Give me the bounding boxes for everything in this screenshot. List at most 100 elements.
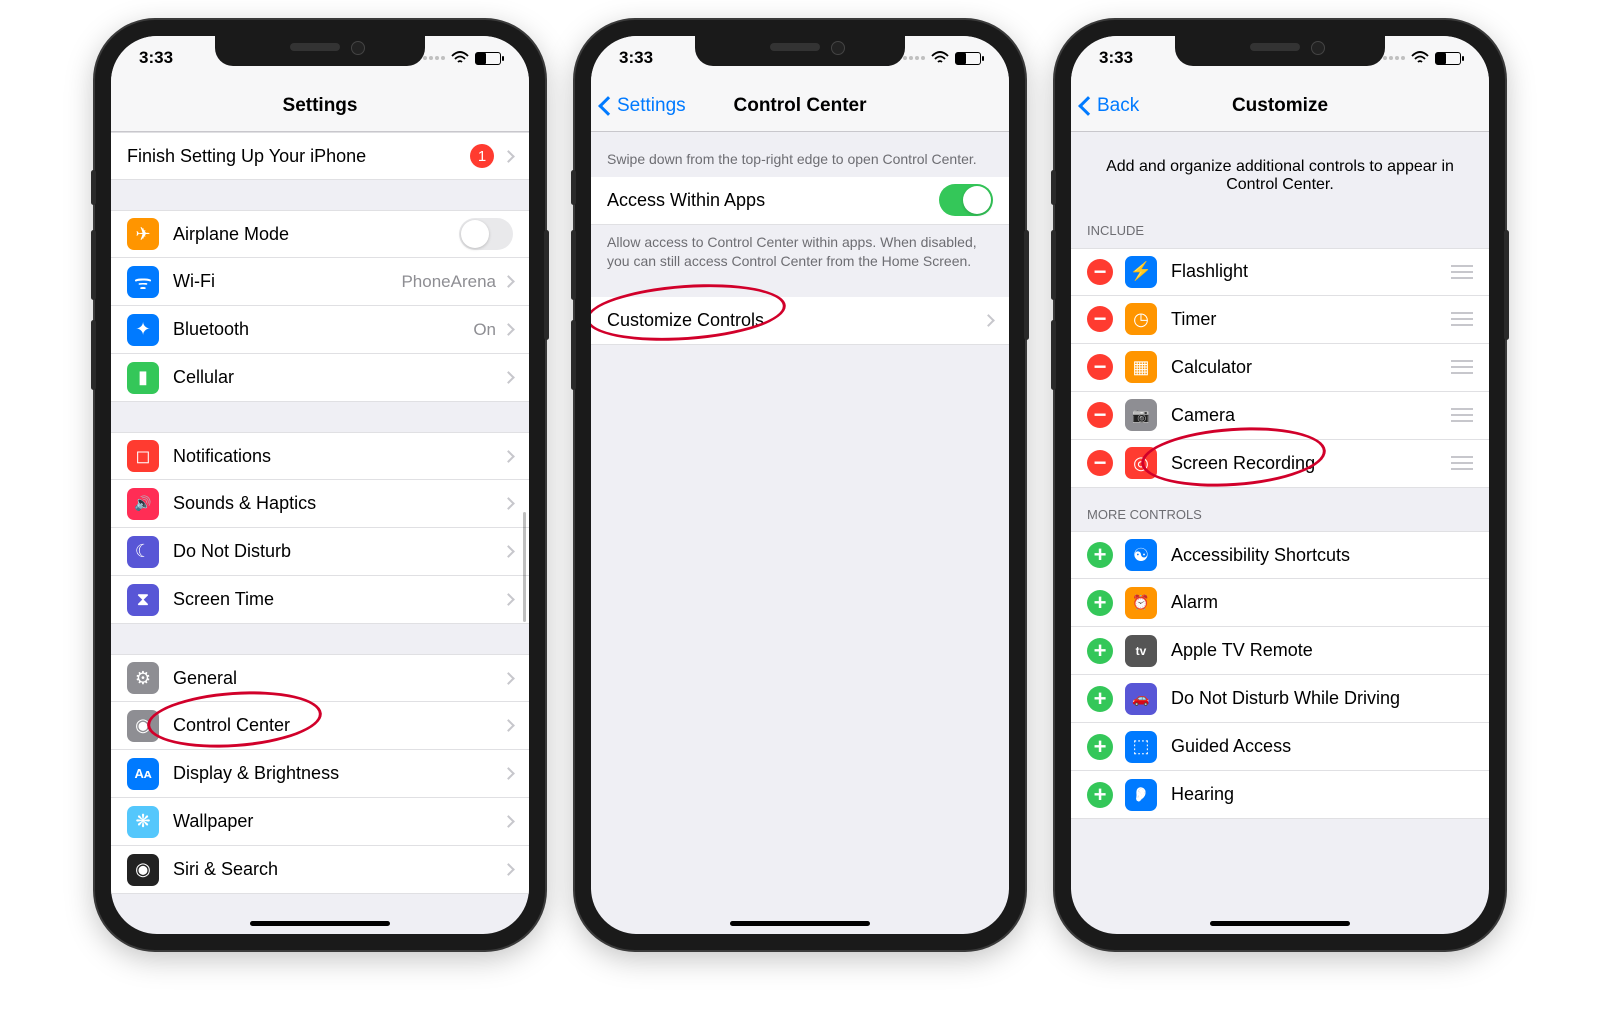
row-label: Do Not Disturb While Driving bbox=[1171, 688, 1473, 709]
sound-icon bbox=[127, 488, 159, 520]
cc-icon bbox=[127, 710, 159, 742]
chevron-right-icon bbox=[502, 450, 515, 463]
settings-row[interactable]: − Screen Recording bbox=[1071, 440, 1489, 488]
alarm-icon bbox=[1125, 587, 1157, 619]
intro-text: Add and organize additional controls to … bbox=[1071, 132, 1489, 204]
more-header: More Controls bbox=[1071, 488, 1489, 532]
notif-icon bbox=[127, 440, 159, 472]
reorder-handle[interactable] bbox=[1451, 360, 1473, 374]
reorder-handle[interactable] bbox=[1451, 456, 1473, 470]
back-label: Settings bbox=[617, 95, 686, 117]
settings-row[interactable]: −Camera bbox=[1071, 392, 1489, 440]
access-toggle[interactable] bbox=[939, 184, 993, 216]
add-button[interactable]: + bbox=[1087, 686, 1113, 712]
add-button[interactable]: + bbox=[1087, 638, 1113, 664]
battery-icon bbox=[955, 52, 981, 65]
settings-row[interactable]: +Guided Access bbox=[1071, 723, 1489, 771]
settings-row[interactable]: Notifications bbox=[111, 432, 529, 480]
reorder-handle[interactable] bbox=[1451, 265, 1473, 279]
home-indicator[interactable] bbox=[1210, 921, 1350, 926]
row-label: Notifications bbox=[173, 446, 504, 467]
hint-text: Allow access to Control Center within ap… bbox=[591, 225, 1009, 279]
remove-button[interactable]: − bbox=[1087, 402, 1113, 428]
reorder-handle[interactable] bbox=[1451, 408, 1473, 422]
remove-button[interactable]: − bbox=[1087, 306, 1113, 332]
battery-icon bbox=[475, 52, 501, 65]
chevron-left-icon bbox=[1078, 96, 1098, 116]
settings-row[interactable]: Wi-FiPhoneArena bbox=[111, 258, 529, 306]
settings-row[interactable]: Airplane Mode bbox=[111, 210, 529, 258]
row-label: Flashlight bbox=[1171, 261, 1443, 282]
chevron-right-icon bbox=[502, 593, 515, 606]
add-button[interactable]: + bbox=[1087, 590, 1113, 616]
hint-text: Swipe down from the top-right edge to op… bbox=[591, 132, 1009, 177]
settings-row[interactable]: + Alarm bbox=[1071, 579, 1489, 627]
setup-row[interactable]: Finish Setting Up Your iPhone 1 bbox=[111, 132, 529, 180]
settings-row[interactable]: +Hearing bbox=[1071, 771, 1489, 819]
phone-customize: 3:33 Back Customize Add and organize add… bbox=[1055, 20, 1505, 950]
row-label: Accessibility Shortcuts bbox=[1171, 545, 1473, 566]
wall-icon bbox=[127, 806, 159, 838]
row-label: General bbox=[173, 668, 504, 689]
row-label: Display & Brightness bbox=[173, 763, 504, 784]
settings-row[interactable]: − Calculator bbox=[1071, 344, 1489, 392]
settings-row[interactable]: Wallpaper bbox=[111, 798, 529, 846]
settings-row[interactable]: BluetoothOn bbox=[111, 306, 529, 354]
back-button[interactable]: Back bbox=[1071, 95, 1139, 117]
gear-icon bbox=[127, 662, 159, 694]
access-icon bbox=[1125, 539, 1157, 571]
notch bbox=[215, 36, 425, 66]
row-label: Wallpaper bbox=[173, 811, 504, 832]
chevron-right-icon bbox=[502, 672, 515, 685]
chevron-right-icon bbox=[502, 815, 515, 828]
status-time: 3:33 bbox=[139, 48, 173, 68]
toggle[interactable] bbox=[459, 218, 513, 250]
page-title: Settings bbox=[111, 95, 529, 117]
customize-controls-row[interactable]: Customize Controls bbox=[591, 297, 1009, 345]
back-button[interactable]: Settings bbox=[591, 95, 686, 117]
settings-row[interactable]: − Flashlight bbox=[1071, 248, 1489, 296]
timer-icon bbox=[1125, 303, 1157, 335]
settings-row[interactable]: Cellular bbox=[111, 354, 529, 402]
access-within-apps-row[interactable]: Access Within Apps bbox=[591, 177, 1009, 225]
wifi-icon bbox=[1411, 51, 1429, 65]
remove-button[interactable]: − bbox=[1087, 259, 1113, 285]
settings-row[interactable]: −Timer bbox=[1071, 296, 1489, 344]
setup-label: Finish Setting Up Your iPhone bbox=[127, 146, 470, 167]
remove-button[interactable]: − bbox=[1087, 354, 1113, 380]
settings-row[interactable]: +Apple TV Remote bbox=[1071, 627, 1489, 675]
status-time: 3:33 bbox=[1099, 48, 1133, 68]
home-indicator[interactable] bbox=[250, 921, 390, 926]
add-button[interactable]: + bbox=[1087, 782, 1113, 808]
settings-row[interactable]: Display & Brightness bbox=[111, 750, 529, 798]
row-label: Calculator bbox=[1171, 357, 1443, 378]
remove-button[interactable]: − bbox=[1087, 450, 1113, 476]
siri-icon bbox=[127, 854, 159, 886]
add-button[interactable]: + bbox=[1087, 734, 1113, 760]
scroll-indicator[interactable] bbox=[523, 512, 526, 622]
settings-row[interactable]: Sounds & Haptics bbox=[111, 480, 529, 528]
rec-icon bbox=[1125, 447, 1157, 479]
settings-row[interactable]: Siri & Search bbox=[111, 846, 529, 894]
wifi-icon bbox=[127, 266, 159, 298]
row-detail: On bbox=[473, 320, 496, 340]
settings-row[interactable]: + Accessibility Shortcuts bbox=[1071, 531, 1489, 579]
bt-icon bbox=[127, 314, 159, 346]
settings-row[interactable]: Screen Time bbox=[111, 576, 529, 624]
add-button[interactable]: + bbox=[1087, 542, 1113, 568]
chevron-right-icon bbox=[502, 863, 515, 876]
settings-row[interactable]: + Do Not Disturb While Driving bbox=[1071, 675, 1489, 723]
reorder-handle[interactable] bbox=[1451, 312, 1473, 326]
settings-row[interactable]: General bbox=[111, 654, 529, 702]
row-label: Alarm bbox=[1171, 592, 1473, 613]
row-label: Screen Time bbox=[173, 589, 504, 610]
row-label: Screen Recording bbox=[1171, 453, 1443, 474]
row-detail: PhoneArena bbox=[401, 272, 496, 292]
chevron-left-icon bbox=[598, 96, 618, 116]
plane-icon bbox=[127, 218, 159, 250]
settings-row[interactable]: Do Not Disturb bbox=[111, 528, 529, 576]
home-indicator[interactable] bbox=[730, 921, 870, 926]
signal-icon bbox=[903, 56, 925, 60]
status-time: 3:33 bbox=[619, 48, 653, 68]
settings-row[interactable]: Control Center bbox=[111, 702, 529, 750]
